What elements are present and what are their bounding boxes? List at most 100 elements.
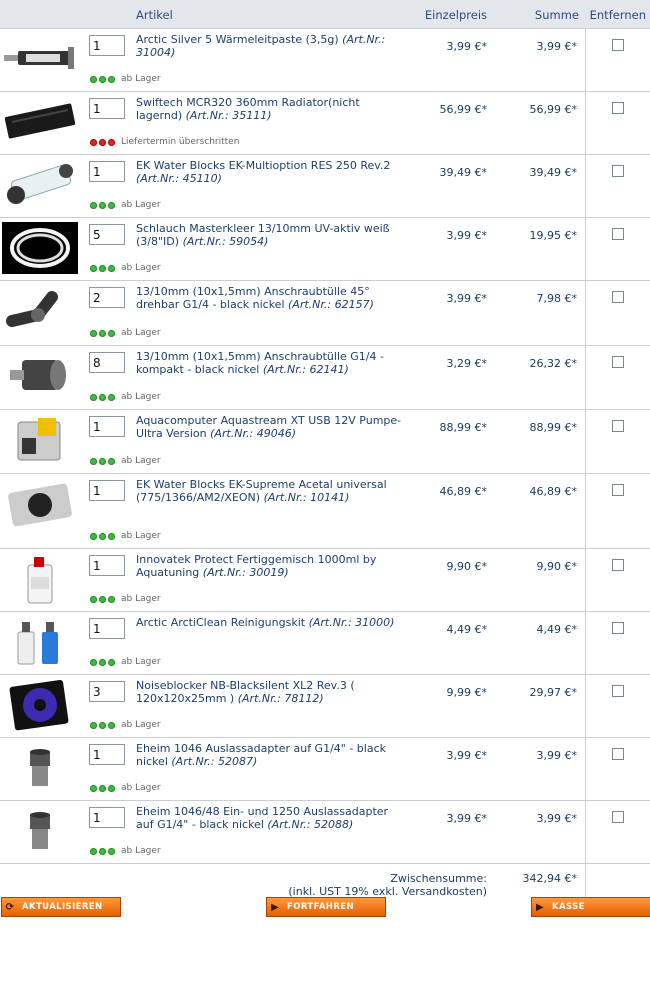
product-title[interactable]: 13/10mm (10x1,5mm) Anschraubtülle 45° dr…	[136, 285, 406, 311]
quantity-input[interactable]	[89, 287, 125, 308]
column-divider	[585, 612, 586, 674]
remove-checkbox[interactable]	[612, 685, 624, 697]
stock-dot-green	[99, 264, 106, 272]
product-title[interactable]: Eheim 1046 Auslassadapter auf G1/4" - bl…	[136, 742, 406, 768]
unit-price: 3,99 €*	[446, 40, 488, 53]
shipping-costs-link[interactable]: Versandkosten	[402, 885, 483, 898]
unit-price: 9,99 €*	[446, 686, 488, 699]
quantity-input[interactable]	[89, 807, 125, 828]
quantity-input[interactable]	[89, 98, 125, 119]
product-title[interactable]: Arctic ArctiClean Reinigungskit (Art.Nr.…	[136, 616, 406, 629]
stock-dot-green	[108, 721, 115, 729]
cart-row: 13/10mm (10x1,5mm) Anschraubtülle G1/4 -…	[0, 346, 650, 410]
remove-checkbox[interactable]	[612, 811, 624, 823]
stock-dot-green	[99, 847, 106, 855]
remove-checkbox[interactable]	[612, 228, 624, 240]
remove-checkbox[interactable]	[612, 102, 624, 114]
quantity-input[interactable]	[89, 224, 125, 245]
column-divider	[585, 738, 586, 800]
product-name[interactable]: EK Water Blocks EK-Multioption RES 250 R…	[136, 159, 390, 172]
product-image[interactable]	[2, 805, 78, 857]
product-image[interactable]	[2, 553, 78, 605]
product-title[interactable]: Eheim 1046/48 Ein- und 1250 Auslassadapt…	[136, 805, 406, 831]
stock-dot-red	[108, 138, 115, 146]
quantity-input[interactable]	[89, 744, 125, 765]
article-number: (Art.Nr.: 35111)	[185, 109, 272, 122]
stock-label: ab Lager	[121, 594, 161, 604]
stock-status: ab Lager	[90, 456, 161, 466]
quantity-input[interactable]	[89, 618, 125, 639]
product-title[interactable]: Noiseblocker NB-Blacksilent XL2 Rev.3 ( …	[136, 679, 406, 705]
stock-dot-red	[99, 138, 106, 146]
update-button[interactable]: ⟳ AKTUALISIEREN	[1, 897, 121, 917]
stock-dot-green	[108, 264, 115, 272]
product-image[interactable]	[2, 350, 78, 402]
quantity-input[interactable]	[89, 681, 125, 702]
product-title[interactable]: Swiftech MCR320 360mm Radiator(nicht lag…	[136, 96, 406, 122]
product-image[interactable]	[2, 478, 78, 530]
cart-rows: Arctic Silver 5 Wärmeleitpaste (3,5g) (A…	[0, 29, 650, 864]
quantity-input[interactable]	[89, 480, 125, 501]
product-image[interactable]	[2, 96, 78, 148]
stock-label: ab Lager	[121, 846, 161, 856]
product-title[interactable]: EK Water Blocks EK-Multioption RES 250 R…	[136, 159, 406, 185]
column-divider	[585, 346, 586, 409]
column-divider	[585, 801, 586, 863]
quantity-input[interactable]	[89, 35, 125, 56]
subtotal-value: 342,94 €*	[522, 872, 577, 885]
quantity-input[interactable]	[89, 416, 125, 437]
column-divider	[585, 675, 586, 737]
article-number: (Art.Nr.: 31000)	[308, 616, 395, 629]
line-total: 7,98 €*	[536, 292, 578, 305]
line-total: 9,90 €*	[536, 560, 578, 573]
product-name[interactable]: Arctic Silver 5 Wärmeleitpaste (3,5g)	[136, 33, 339, 46]
stock-status: ab Lager	[90, 846, 161, 856]
product-image[interactable]	[2, 742, 78, 794]
unit-price: 3,99 €*	[446, 292, 488, 305]
continue-button[interactable]: ▶ FORTFAHREN	[266, 897, 386, 917]
stock-dot-green	[108, 784, 115, 792]
product-image[interactable]	[2, 414, 78, 466]
product-image[interactable]	[2, 222, 78, 274]
line-total: 46,89 €*	[529, 485, 578, 498]
product-image[interactable]	[2, 159, 78, 211]
checkout-button-label: KASSE	[552, 902, 585, 912]
remove-checkbox[interactable]	[612, 484, 624, 496]
remove-checkbox[interactable]	[612, 356, 624, 368]
remove-checkbox[interactable]	[612, 420, 624, 432]
unit-price: 3,29 €*	[446, 357, 488, 370]
quantity-input[interactable]	[89, 352, 125, 373]
product-title[interactable]: 13/10mm (10x1,5mm) Anschraubtülle G1/4 -…	[136, 350, 406, 376]
product-name[interactable]: Arctic ArctiClean Reinigungskit	[136, 616, 305, 629]
remove-checkbox[interactable]	[612, 622, 624, 634]
quantity-input[interactable]	[89, 555, 125, 576]
product-image[interactable]	[2, 616, 78, 668]
line-total: 26,32 €*	[529, 357, 578, 370]
line-total: 3,99 €*	[536, 812, 578, 825]
quantity-input[interactable]	[89, 161, 125, 182]
checkout-button[interactable]: ▶ KASSE	[531, 897, 650, 917]
product-title[interactable]: Aquacomputer Aquastream XT USB 12V Pumpe…	[136, 414, 406, 440]
product-image[interactable]	[2, 33, 78, 85]
product-title[interactable]: EK Water Blocks EK-Supreme Acetal univer…	[136, 478, 406, 504]
column-divider	[585, 218, 586, 280]
line-total: 3,99 €*	[536, 749, 578, 762]
stock-status: ab Lager	[90, 263, 161, 273]
remove-checkbox[interactable]	[612, 748, 624, 760]
column-divider	[585, 474, 586, 548]
stock-dot-green	[108, 457, 115, 465]
stock-dot-green	[99, 595, 106, 603]
line-total: 19,95 €*	[529, 229, 578, 242]
product-title[interactable]: Schlauch Masterkleer 13/10mm UV-aktiv we…	[136, 222, 406, 248]
col-header-entfernen: Entfernen	[589, 8, 646, 22]
product-image[interactable]	[2, 285, 78, 337]
remove-checkbox[interactable]	[612, 165, 624, 177]
stock-dot-green	[108, 595, 115, 603]
unit-price: 9,90 €*	[446, 560, 488, 573]
product-image[interactable]	[2, 679, 78, 731]
product-title[interactable]: Innovatek Protect Fertiggemisch 1000ml b…	[136, 553, 406, 579]
remove-checkbox[interactable]	[612, 39, 624, 51]
product-title[interactable]: Arctic Silver 5 Wärmeleitpaste (3,5g) (A…	[136, 33, 406, 59]
remove-checkbox[interactable]	[612, 291, 624, 303]
remove-checkbox[interactable]	[612, 559, 624, 571]
